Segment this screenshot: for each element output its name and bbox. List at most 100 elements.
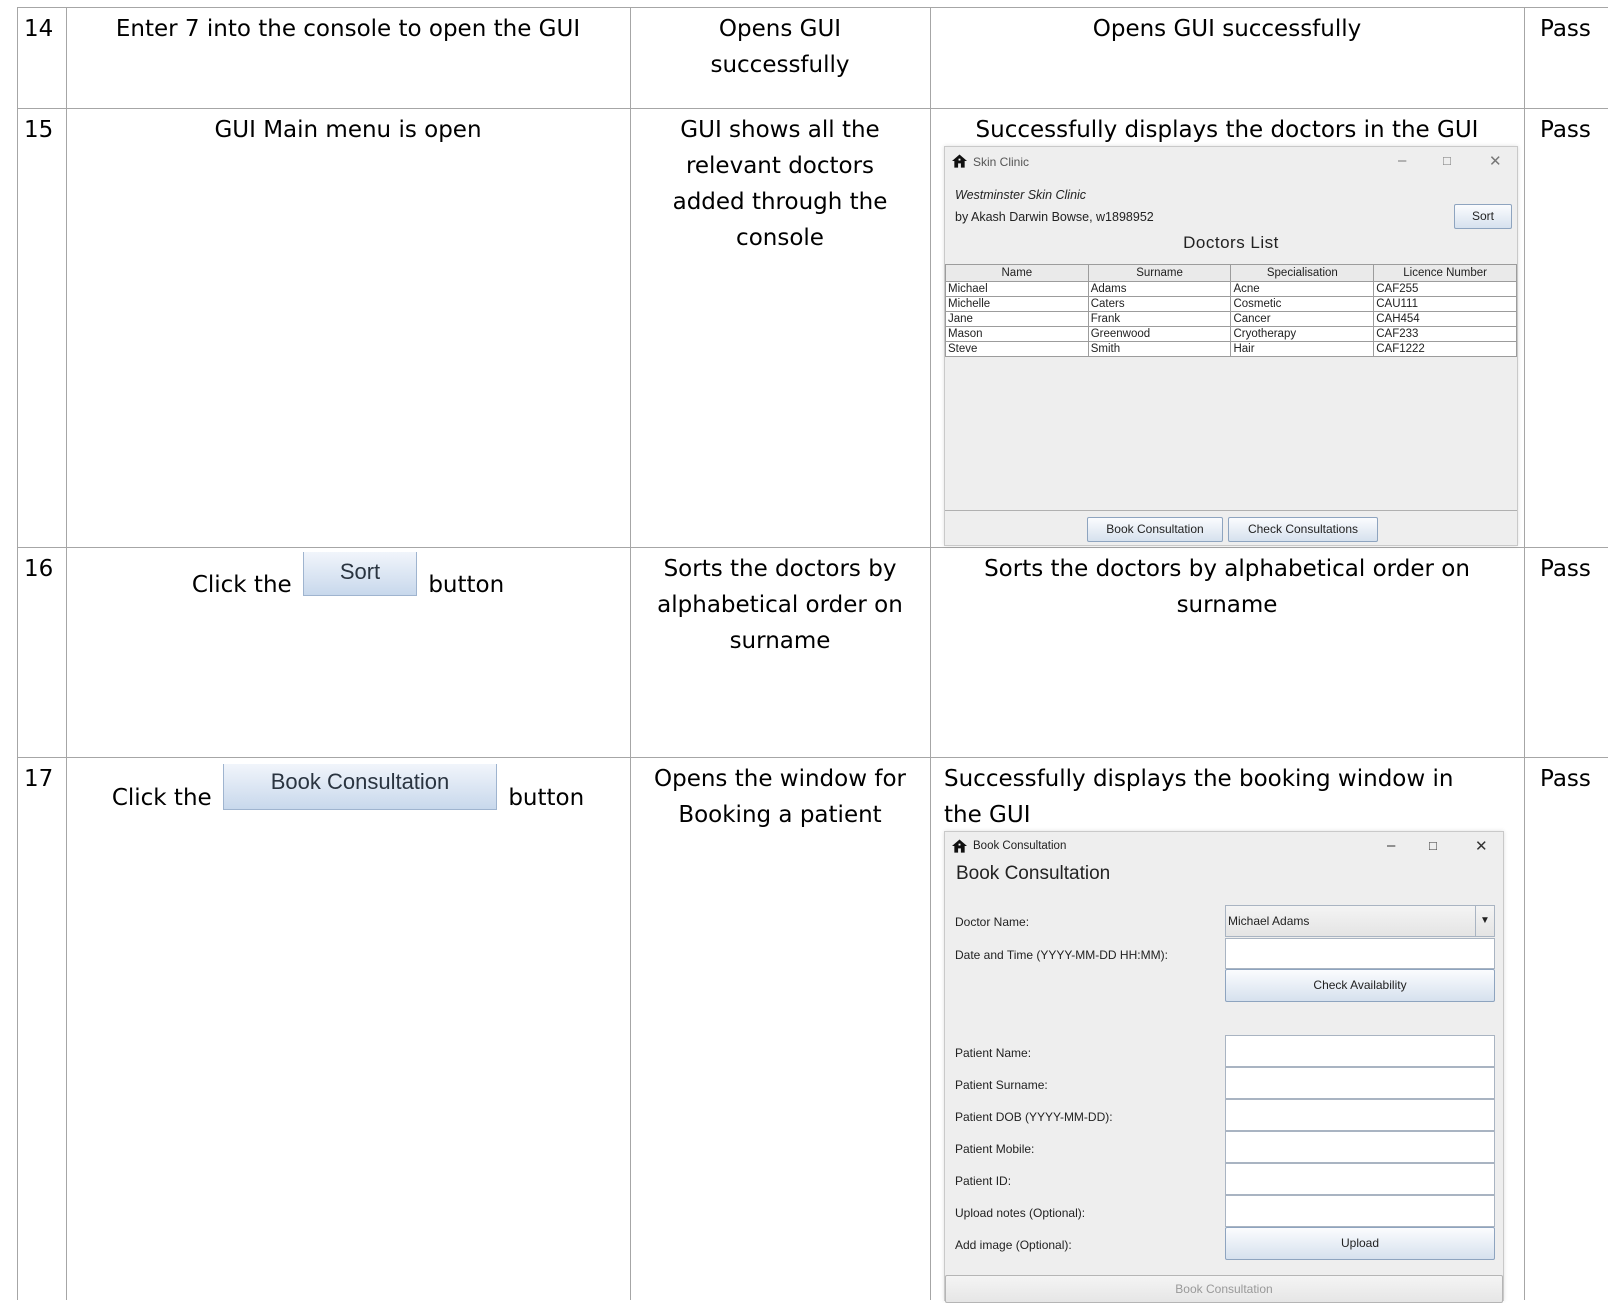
expected-result: Opens the window for Booking a patient xyxy=(631,761,929,833)
expected-line: surname xyxy=(729,628,831,654)
row-number: 17 xyxy=(24,766,54,792)
table-row[interactable]: Mason Greenwood Cryotherapy CAF233 xyxy=(945,326,1517,342)
table-cell: Frank xyxy=(1087,311,1232,327)
maximize-icon[interactable]: □ xyxy=(1443,153,1451,168)
row-divider xyxy=(17,108,1608,109)
minimize-icon[interactable]: – xyxy=(1398,152,1406,169)
patient-id-input[interactable] xyxy=(1225,1163,1495,1195)
close-icon[interactable]: ✕ xyxy=(1475,837,1488,855)
add-image-label: Add image (Optional): xyxy=(955,1238,1072,1252)
table-row[interactable]: Michelle Caters Cosmetic CAU111 xyxy=(945,296,1517,312)
window-titlebar: Skin Clinic – □ ✕ xyxy=(945,147,1517,177)
actual-line: Successfully displays the booking window… xyxy=(944,766,1454,792)
patient-mobile-input[interactable] xyxy=(1225,1131,1495,1163)
column-header[interactable]: Licence Number xyxy=(1373,264,1517,282)
sort-button-image: Sort xyxy=(303,552,417,596)
actual-line: Sorts the doctors by alphabetical order … xyxy=(984,556,1470,582)
expected-line: added through the xyxy=(672,189,888,215)
upload-button[interactable]: Upload xyxy=(1225,1227,1495,1260)
book-consultation-button[interactable]: Book Consultation xyxy=(1087,517,1223,542)
close-icon[interactable]: ✕ xyxy=(1489,152,1502,170)
window-titlebar: Book Consultation – □ ✕ xyxy=(945,832,1503,862)
result-status: Pass xyxy=(1540,556,1591,582)
table-cell: CAF1222 xyxy=(1373,341,1517,357)
step-prefix: Click the xyxy=(111,785,212,811)
table-cell: Jane xyxy=(945,311,1089,327)
expected-result: GUI shows all the relevant doctors added… xyxy=(631,112,929,256)
check-consultations-button[interactable]: Check Consultations xyxy=(1228,517,1378,542)
patient-name-input[interactable] xyxy=(1225,1035,1495,1067)
test-step: Click the Book Consultation button xyxy=(66,758,630,816)
window-title: Book Consultation xyxy=(973,840,1067,852)
row-divider xyxy=(17,7,1608,8)
book-consultation-button-image: Book Consultation xyxy=(223,764,497,810)
patient-mobile-label: Patient Mobile: xyxy=(955,1142,1035,1156)
result-status: Pass xyxy=(1540,117,1591,143)
table-header-row: Name Surname Specialisation Licence Numb… xyxy=(945,264,1517,282)
expected-line: Opens GUI xyxy=(718,16,842,42)
expected-line: Opens the window for xyxy=(654,766,906,792)
table-cell: Adams xyxy=(1087,281,1232,297)
step-suffix: button xyxy=(508,785,585,811)
column-divider xyxy=(17,7,18,1300)
table-cell: Cryotherapy xyxy=(1230,326,1375,342)
column-divider xyxy=(66,7,67,1300)
actual-result: Opens GUI successfully xyxy=(1092,16,1362,42)
table-cell: Caters xyxy=(1087,296,1232,312)
check-availability-button[interactable]: Check Availability xyxy=(1225,969,1495,1002)
expected-line: relevant doctors xyxy=(685,153,875,179)
table-cell: Steve xyxy=(945,341,1089,357)
chevron-down-icon[interactable]: ▼ xyxy=(1475,906,1494,936)
table-row[interactable]: Michael Adams Acne CAF255 xyxy=(945,281,1517,297)
home-icon xyxy=(952,154,967,168)
table-cell: Smith xyxy=(1087,341,1232,357)
table-cell: Greenwood xyxy=(1087,326,1232,342)
expected-line: Booking a patient xyxy=(678,802,882,828)
column-header[interactable]: Surname xyxy=(1087,264,1232,282)
test-step: Click the Sort button xyxy=(66,545,630,603)
datetime-input[interactable] xyxy=(1225,938,1495,969)
patient-id-label: Patient ID: xyxy=(955,1174,1012,1188)
row-number: 14 xyxy=(24,16,54,42)
doctor-select-value: Michael Adams xyxy=(1228,914,1310,928)
table-cell: Hair xyxy=(1230,341,1375,357)
patient-dob-input[interactable] xyxy=(1225,1099,1495,1131)
patient-surname-label: Patient Surname: xyxy=(955,1078,1048,1092)
upload-notes-input[interactable] xyxy=(1225,1195,1495,1227)
table-row[interactable]: Jane Frank Cancer CAH454 xyxy=(945,311,1517,327)
column-divider xyxy=(1524,7,1525,1300)
step-suffix: button xyxy=(428,572,505,598)
table-cell: Cancer xyxy=(1230,311,1375,327)
upload-notes-label: Upload notes (Optional): xyxy=(955,1206,1086,1220)
maximize-icon[interactable]: □ xyxy=(1429,838,1437,853)
result-status: Pass xyxy=(1540,16,1591,42)
actual-result: Successfully displays the booking window… xyxy=(944,761,1524,833)
actual-result: Successfully displays the doctors in the… xyxy=(975,117,1479,143)
table-cell: CAF233 xyxy=(1373,326,1517,342)
minimize-icon[interactable]: – xyxy=(1387,837,1395,854)
row-number: 16 xyxy=(24,556,54,582)
actual-line: the GUI xyxy=(944,802,1031,828)
table-cell: CAF255 xyxy=(1373,281,1517,297)
author-line: by Akash Darwin Bowse, w1898952 xyxy=(955,210,1154,224)
book-consultation-window: Book Consultation – □ ✕ Book Consultatio… xyxy=(944,831,1504,1303)
table-cell: Mason xyxy=(945,326,1089,342)
doctors-table: Name Surname Specialisation Licence Numb… xyxy=(945,264,1517,357)
column-header[interactable]: Name xyxy=(945,264,1089,282)
doctors-list-heading: Doctors List xyxy=(1183,233,1279,252)
row-number: 15 xyxy=(24,117,54,143)
table-cell: Acne xyxy=(1230,281,1375,297)
expected-line: GUI shows all the xyxy=(680,117,880,143)
skin-clinic-window: Skin Clinic – □ ✕ Westminster Skin Clini… xyxy=(944,146,1518,546)
column-header[interactable]: Specialisation xyxy=(1230,264,1375,282)
actual-line: surname xyxy=(1176,592,1278,618)
sort-button[interactable]: Sort xyxy=(1454,204,1512,229)
table-row[interactable]: Steve Smith Hair CAF1222 xyxy=(945,341,1517,357)
datetime-label: Date and Time (YYYY-MM-DD HH:MM): xyxy=(955,948,1168,962)
submit-booking-button[interactable]: Book Consultation xyxy=(945,1275,1503,1303)
actual-result: Sorts the doctors by alphabetical order … xyxy=(931,551,1523,623)
doctor-select[interactable]: Michael Adams ▼ xyxy=(1225,905,1495,937)
clinic-name: Westminster Skin Clinic xyxy=(955,188,1087,202)
patient-surname-input[interactable] xyxy=(1225,1067,1495,1099)
table-cell: CAU111 xyxy=(1373,296,1517,312)
